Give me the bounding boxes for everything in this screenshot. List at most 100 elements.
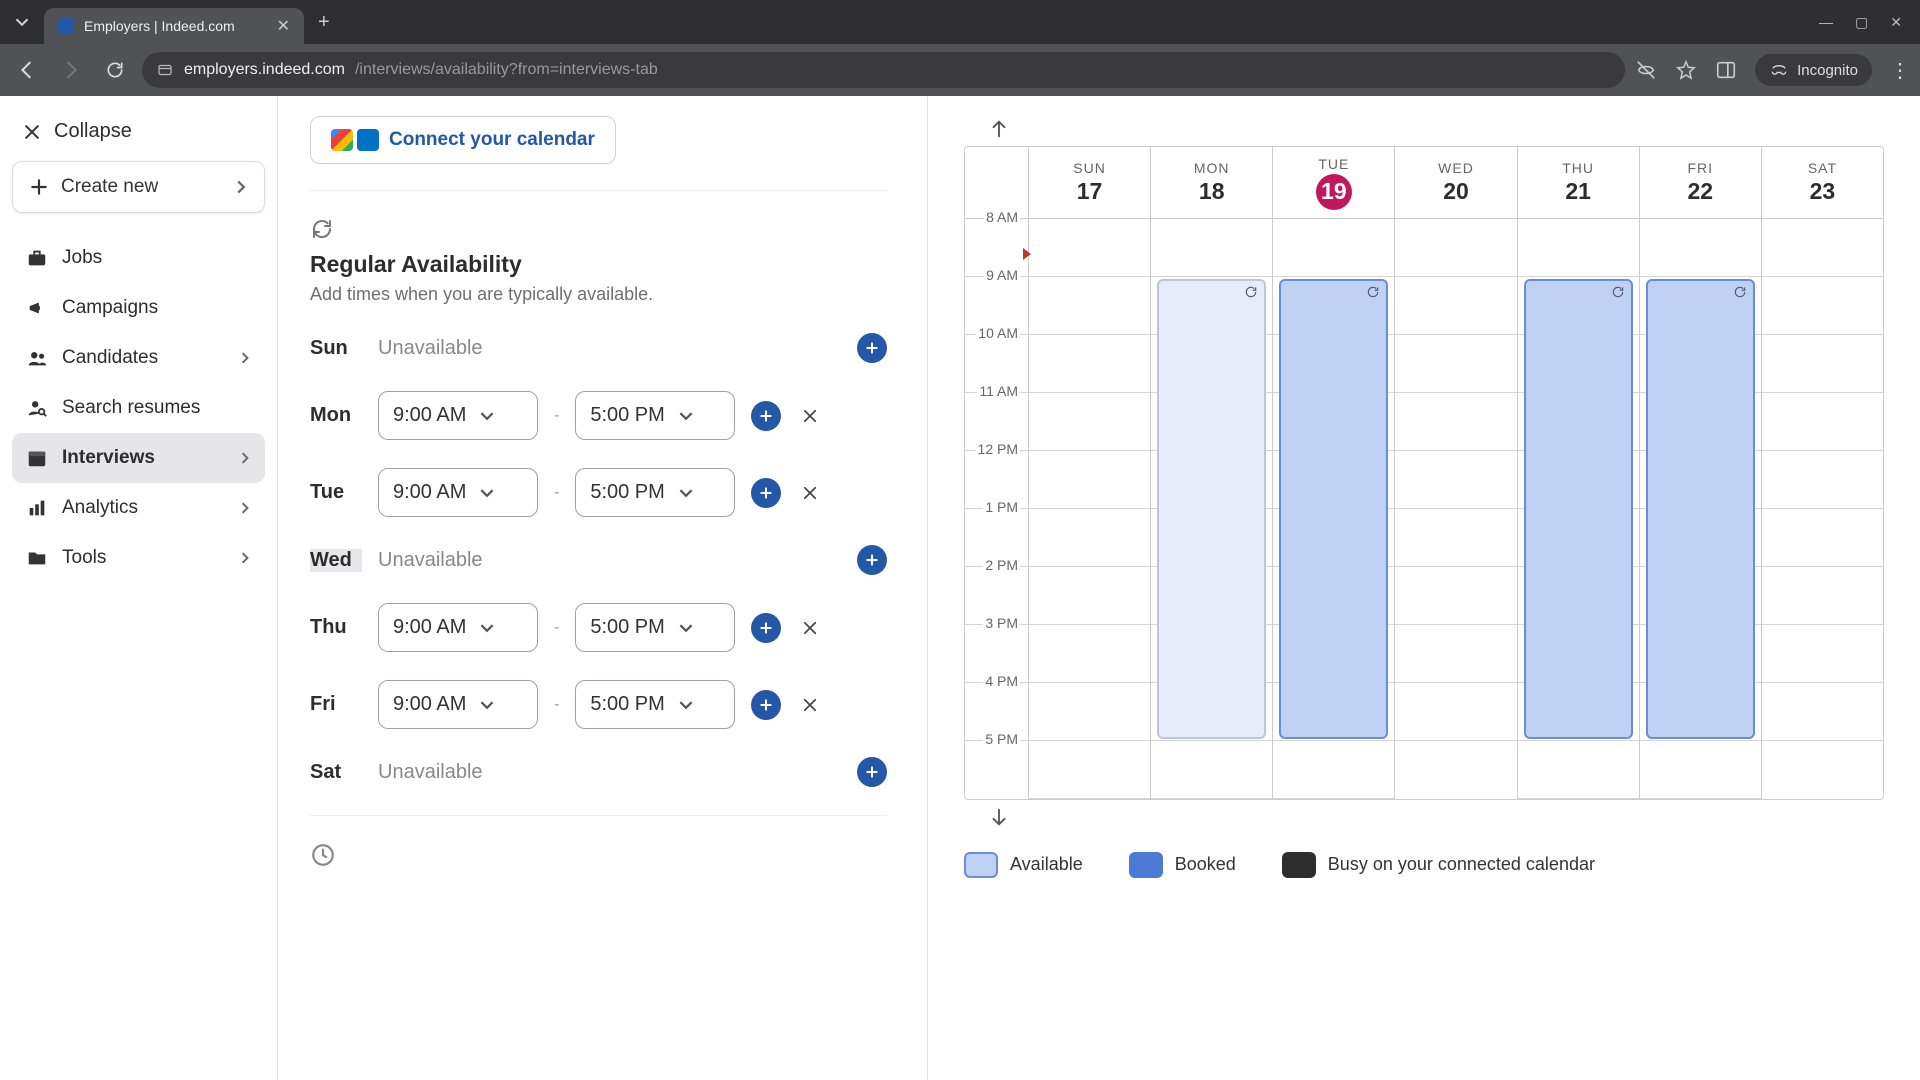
remove-slot-button[interactable] [797, 615, 823, 641]
sidebar-item-candidates[interactable]: Candidates [12, 333, 265, 383]
calendar-cell[interactable] [1640, 219, 1761, 277]
day-body[interactable] [1518, 219, 1639, 799]
start-time-select[interactable]: 9:00 AM [378, 391, 538, 440]
calendar-day-tue[interactable]: TUE19 [1273, 147, 1395, 799]
calendar-cell[interactable] [1518, 219, 1639, 277]
start-time-select[interactable]: 9:00 AM [378, 603, 538, 652]
calendar-cell[interactable] [1273, 219, 1394, 277]
calendar-cell[interactable] [1395, 567, 1516, 625]
scroll-down-button[interactable] [988, 806, 1884, 828]
add-slot-button[interactable] [751, 690, 781, 720]
bookmark-star-icon[interactable] [1675, 59, 1697, 81]
calendar-day-sat[interactable]: SAT23 [1762, 147, 1883, 799]
add-slot-button[interactable] [751, 478, 781, 508]
calendar-cell[interactable] [1518, 741, 1639, 799]
end-time-select[interactable]: 5:00 PM [575, 603, 735, 652]
sync-icon[interactable] [310, 217, 334, 241]
sidebar-item-analytics[interactable]: Analytics [12, 483, 265, 533]
start-time-select[interactable]: 9:00 AM [378, 468, 538, 517]
calendar-cell[interactable] [1395, 393, 1516, 451]
incognito-indicator[interactable]: Incognito [1755, 54, 1872, 86]
back-button[interactable] [10, 53, 44, 87]
calendar-cell[interactable] [1395, 335, 1516, 393]
calendar-day-sun[interactable]: SUN17 [1029, 147, 1151, 799]
sidebar-item-interviews[interactable]: Interviews [12, 433, 265, 483]
calendar-cell[interactable] [1395, 509, 1516, 567]
calendar-cell[interactable] [1395, 683, 1516, 741]
create-new-button[interactable]: Create new [12, 161, 265, 213]
maximize-button[interactable]: ▢ [1855, 14, 1868, 31]
calendar-cell[interactable] [1762, 567, 1883, 625]
calendar-cell[interactable] [1762, 625, 1883, 683]
sidebar-item-search-resumes[interactable]: Search resumes [12, 383, 265, 433]
calendar-cell[interactable] [1762, 219, 1883, 277]
calendar-cell[interactable] [1762, 393, 1883, 451]
calendar-day-mon[interactable]: MON18 [1151, 147, 1273, 799]
add-slot-button[interactable] [857, 757, 887, 787]
reload-button[interactable] [98, 53, 132, 87]
scroll-up-button[interactable] [988, 118, 1884, 140]
calendar-day-wed[interactable]: WED20 [1395, 147, 1517, 799]
calendar-cell[interactable] [1029, 219, 1150, 277]
remove-slot-button[interactable] [797, 692, 823, 718]
end-time-select[interactable]: 5:00 PM [575, 391, 735, 440]
availability-block[interactable] [1157, 279, 1266, 739]
calendar-cell[interactable] [1762, 277, 1883, 335]
calendar-cell[interactable] [1029, 451, 1150, 509]
calendar-cell[interactable] [1029, 509, 1150, 567]
forward-button[interactable] [54, 53, 88, 87]
calendar-cell[interactable] [1762, 683, 1883, 741]
calendar-cell[interactable] [1273, 741, 1394, 799]
start-time-select[interactable]: 9:00 AM [378, 680, 538, 729]
calendar-cell[interactable] [1640, 741, 1761, 799]
sidebar-item-jobs[interactable]: Jobs [12, 233, 265, 283]
remove-slot-button[interactable] [797, 403, 823, 429]
calendar-cell[interactable] [1029, 277, 1150, 335]
minimize-button[interactable]: — [1819, 14, 1833, 31]
end-time-select[interactable]: 5:00 PM [575, 468, 735, 517]
calendar-cell[interactable] [1029, 741, 1150, 799]
calendar-cell[interactable] [1029, 683, 1150, 741]
sidebar-item-campaigns[interactable]: Campaigns [12, 283, 265, 333]
close-tab-button[interactable]: ✕ [277, 16, 290, 36]
calendar-cell[interactable] [1762, 335, 1883, 393]
add-slot-button[interactable] [857, 545, 887, 575]
address-bar[interactable]: employers.indeed.com/interviews/availabi… [142, 52, 1625, 88]
calendar-cell[interactable] [1395, 451, 1516, 509]
calendar-day-fri[interactable]: FRI22 [1640, 147, 1762, 799]
sidebar-item-tools[interactable]: Tools [12, 533, 265, 583]
calendar-cell[interactable] [1395, 277, 1516, 335]
connect-calendar-button[interactable]: Connect your calendar [310, 116, 616, 164]
calendar-cell[interactable] [1395, 625, 1516, 683]
day-body[interactable] [1273, 219, 1394, 799]
add-slot-button[interactable] [751, 401, 781, 431]
calendar-cell[interactable] [1395, 219, 1516, 277]
calendar-cell[interactable] [1395, 741, 1516, 799]
day-body[interactable] [1151, 219, 1272, 799]
remove-slot-button[interactable] [797, 480, 823, 506]
end-time-select[interactable]: 5:00 PM [575, 680, 735, 729]
calendar-day-thu[interactable]: THU21 [1518, 147, 1640, 799]
availability-block[interactable] [1646, 279, 1755, 739]
side-panel-icon[interactable] [1715, 59, 1737, 81]
site-info-icon[interactable] [156, 61, 174, 79]
calendar-cell[interactable] [1029, 393, 1150, 451]
add-slot-button[interactable] [751, 613, 781, 643]
calendar-cell[interactable] [1029, 625, 1150, 683]
calendar-cell[interactable] [1151, 219, 1272, 277]
close-window-button[interactable]: ✕ [1890, 14, 1902, 31]
calendar-cell[interactable] [1029, 567, 1150, 625]
add-slot-button[interactable] [857, 333, 887, 363]
calendar-cell[interactable] [1762, 741, 1883, 799]
day-body[interactable] [1640, 219, 1761, 799]
calendar-cell[interactable] [1762, 509, 1883, 567]
calendar-cell[interactable] [1029, 335, 1150, 393]
day-body[interactable] [1029, 219, 1150, 799]
browser-tab[interactable]: Employers | Indeed.com ✕ [44, 8, 304, 44]
calendar-cell[interactable] [1151, 741, 1272, 799]
day-body[interactable] [1395, 219, 1516, 799]
calendar-cell[interactable] [1762, 451, 1883, 509]
eye-off-icon[interactable] [1635, 59, 1657, 81]
new-tab-button[interactable]: + [304, 11, 344, 34]
tab-search-dropdown[interactable] [0, 0, 44, 44]
